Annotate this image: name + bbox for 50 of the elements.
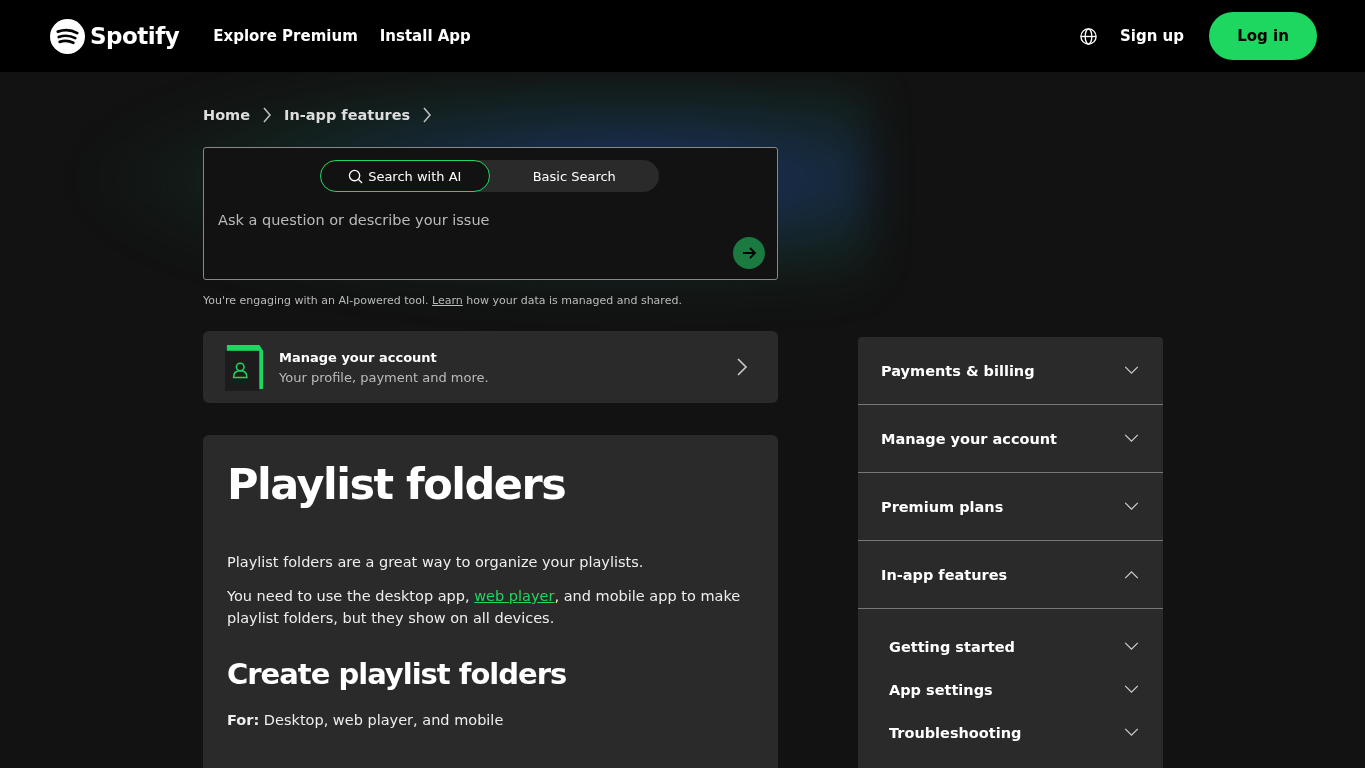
search-mode-tab[interactable]: Basic Search: [489, 160, 659, 192]
chevron-down-icon: [1124, 434, 1139, 443]
account-folder-icon: [225, 343, 265, 391]
platforms-text: For: Desktop, web player, and mobile: [227, 711, 505, 730]
sidebar-subitem-label: Troubleshooting: [889, 724, 1022, 741]
sidebar-item-label: Manage your account: [881, 430, 1058, 447]
globe-icon[interactable]: [1079, 26, 1098, 46]
sidebar-item[interactable]: In-app features: [858, 541, 1163, 609]
sidebar-subitem[interactable]: Troubleshooting: [858, 711, 1163, 754]
paragraph: You need to use the desktop app, web player, and mobile app to make playlist folders, but they show on all devices.: [227, 587, 742, 628]
chevron-down-icon: [1124, 642, 1139, 651]
sidebar-item[interactable]: Payments & billing: [858, 337, 1163, 405]
web-player-link[interactable]: web player: [474, 588, 555, 604]
spotify-logo-icon[interactable]: [50, 18, 85, 54]
chevron-right-icon: [422, 106, 433, 124]
sidebar-item-label: Payments & billing: [881, 362, 1035, 379]
submit-button[interactable]: [733, 237, 765, 269]
learn-link[interactable]: Learn: [432, 294, 463, 307]
article-title: Playlist folders: [227, 459, 567, 509]
search-icon: [348, 168, 364, 184]
disclaimer-text: You're engaging with an AI-powered tool. Learn how your data is managed and shared.: [203, 294, 683, 307]
log-in-button[interactable]: Log in: [1209, 12, 1317, 60]
manage-account-card[interactable]: Manage your account Your profile, payment and more.: [203, 331, 778, 403]
chevron-right-icon: [736, 357, 748, 377]
chevron-down-icon: [1124, 366, 1139, 375]
card-subtitle: Your profile, payment and more.: [279, 369, 490, 385]
sidebar-subitem-label: App settings: [889, 681, 993, 698]
chevron-up-icon: [1124, 570, 1139, 579]
sidebar-subitem[interactable]: App settings: [858, 668, 1163, 711]
sidebar-item-label: In-app features: [881, 566, 1008, 583]
section-heading: Create playlist folders: [227, 657, 568, 691]
chevron-down-icon: [1124, 685, 1139, 694]
chevron-down-icon: [1124, 728, 1139, 737]
sidebar-subitem[interactable]: Getting started: [858, 625, 1163, 668]
paragraph: Playlist folders are a great way to organize your playlists.: [227, 553, 645, 572]
sidebar-subitem-label: Getting started: [889, 638, 1015, 655]
breadcrumb-link[interactable]: Home: [203, 107, 251, 123]
chevron-right-icon: [262, 106, 273, 124]
breadcrumb-link[interactable]: In-app features: [284, 107, 411, 123]
question-input[interactable]: Ask a question or describe your issue: [216, 206, 760, 234]
search-mode-tab[interactable]: Search with AI: [320, 160, 490, 192]
chevron-down-icon: [1124, 502, 1139, 511]
sign-up-link[interactable]: Sign up: [1120, 27, 1184, 45]
nav-link[interactable]: Explore Premium: [213, 27, 358, 45]
card-title: Manage your account: [279, 349, 438, 365]
nav-link[interactable]: Install App: [379, 27, 471, 45]
sidebar-item[interactable]: Premium plans: [858, 473, 1163, 541]
logo-text[interactable]: Spotify: [90, 23, 180, 49]
sidebar-item-label: Premium plans: [881, 498, 1004, 515]
sidebar-item[interactable]: Manage your account: [858, 405, 1163, 473]
